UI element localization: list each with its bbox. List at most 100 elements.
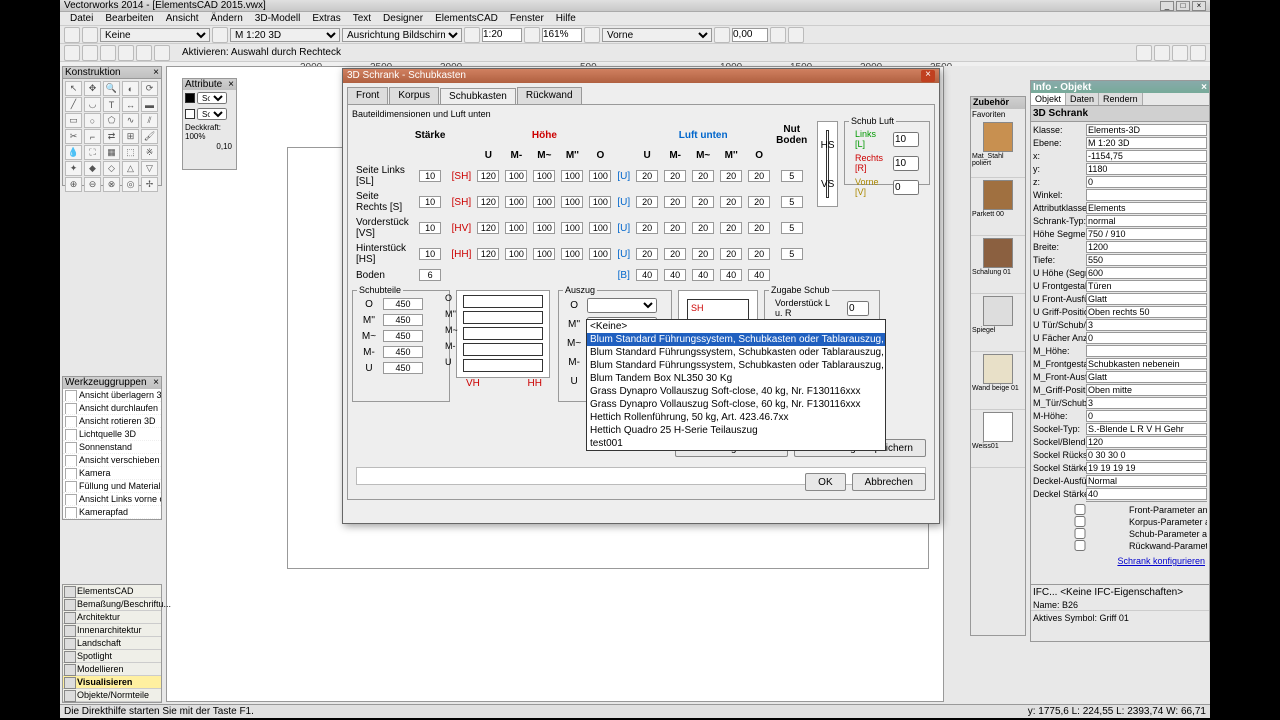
dim-input[interactable]: [781, 196, 803, 208]
menu-extras[interactable]: Extras: [306, 12, 346, 25]
marquee-icon[interactable]: [118, 45, 134, 61]
info-checkbox[interactable]: [1033, 540, 1127, 551]
menu-aendern[interactable]: Ändern: [205, 12, 249, 25]
dim-input[interactable]: [505, 248, 527, 260]
schub-input[interactable]: [383, 346, 423, 358]
menu-designer[interactable]: Designer: [377, 12, 429, 25]
dim-input[interactable]: [720, 170, 742, 182]
dropdown-option[interactable]: Grass Dynapro Vollauszug Soft-close, 60 …: [587, 398, 885, 411]
paint-icon[interactable]: 🖌: [141, 129, 158, 144]
group-icon[interactable]: ⬚: [122, 145, 139, 160]
tab-rendern[interactable]: Rendern: [1099, 93, 1143, 105]
dim-input[interactable]: [664, 248, 686, 260]
dropdown-option[interactable]: Blum Tandem Box NL350 30 Kg: [587, 372, 885, 385]
layer-select[interactable]: Keine: [100, 28, 210, 42]
pointer-icon[interactable]: ↖: [65, 81, 82, 96]
rotate-icon[interactable]: [714, 27, 730, 43]
tool-icon[interactable]: ◇: [103, 161, 120, 176]
tab-rueckwand[interactable]: Rückwand: [517, 87, 582, 104]
dim-input[interactable]: [561, 170, 583, 182]
info-field[interactable]: [1086, 215, 1207, 227]
info-field[interactable]: [1086, 423, 1207, 435]
dim-input[interactable]: [636, 196, 658, 208]
zoom-percent[interactable]: [542, 28, 582, 42]
dim-input[interactable]: [589, 222, 611, 234]
info-field[interactable]: [1086, 293, 1207, 305]
material-thumb[interactable]: Spiegel: [971, 294, 1025, 352]
text-icon[interactable]: T: [103, 97, 120, 112]
info-field[interactable]: [1086, 228, 1207, 240]
schub-input[interactable]: [383, 330, 423, 342]
menu-elementscad[interactable]: ElementsCAD: [429, 12, 504, 25]
dim-input[interactable]: [561, 196, 583, 208]
dropdown-option[interactable]: Grass Dynapro Vollauszug Soft-close, 40 …: [587, 385, 885, 398]
trim-icon[interactable]: ✂: [65, 129, 82, 144]
info-field[interactable]: [1086, 371, 1207, 383]
dim-input[interactable]: [636, 170, 658, 182]
info-field[interactable]: [1086, 410, 1207, 422]
bucket-icon[interactable]: ⛶: [84, 145, 101, 160]
info-field[interactable]: [1086, 241, 1207, 253]
close-button[interactable]: ×: [1192, 1, 1206, 11]
auszug-dropdown-list[interactable]: <Keine>Blum Standard Führungssystem, Sch…: [586, 319, 886, 451]
tab-front[interactable]: Front: [347, 87, 388, 104]
toolgroup-item[interactable]: Kamera: [63, 467, 161, 480]
layers-icon[interactable]: [82, 27, 98, 43]
workspace-item[interactable]: Landschaft: [63, 637, 161, 650]
tool-icon[interactable]: △: [122, 161, 139, 176]
ok-button[interactable]: OK: [805, 473, 845, 491]
auszug-select[interactable]: [587, 298, 657, 313]
dim-input[interactable]: [533, 170, 555, 182]
toolgroup-item[interactable]: Füllung und Material bearb...: [63, 480, 161, 493]
dim-input[interactable]: [748, 269, 770, 281]
tool-icon[interactable]: ✢: [141, 177, 158, 192]
dim-input[interactable]: [664, 170, 686, 182]
material-thumb[interactable]: Mat_Stahl poliert: [971, 120, 1025, 178]
info-field[interactable]: [1086, 488, 1207, 500]
ruler-icon[interactable]: [464, 27, 480, 43]
dropdown-option[interactable]: Hettich Rollenführung, 50 kg, Art. 423.4…: [587, 411, 885, 424]
luft-input[interactable]: [893, 180, 919, 195]
info-field[interactable]: [1086, 202, 1207, 214]
palette-close-icon[interactable]: ×: [228, 79, 234, 90]
tool-icon[interactable]: ⊕: [65, 177, 82, 192]
dim-input[interactable]: [419, 170, 441, 182]
info-field[interactable]: [1086, 319, 1207, 331]
tab-objekt[interactable]: Objekt: [1031, 93, 1066, 105]
info-field[interactable]: [1086, 163, 1207, 175]
flyover-icon[interactable]: ◐: [122, 81, 139, 96]
workspace-item[interactable]: ElementsCAD: [63, 585, 161, 598]
schub-input[interactable]: [383, 298, 423, 310]
render-icon[interactable]: [584, 27, 600, 43]
material-thumb[interactable]: Parkett 00: [971, 178, 1025, 236]
config-link[interactable]: Schrank konfigurieren: [1117, 556, 1205, 566]
line-icon[interactable]: ╱: [65, 97, 82, 112]
toolgroup-item[interactable]: Ansicht Links vorne oben: [63, 493, 161, 506]
dim-input[interactable]: [589, 196, 611, 208]
wall-icon[interactable]: ▬: [141, 97, 158, 112]
dim-input[interactable]: [636, 269, 658, 281]
array-icon[interactable]: ⊞: [122, 129, 139, 144]
material-thumb[interactable]: Weiss01: [971, 410, 1025, 468]
toolgroup-item[interactable]: Sonnenstand: [63, 441, 161, 454]
rect-select-icon[interactable]: [100, 45, 116, 61]
dim-input[interactable]: [781, 248, 803, 260]
cog-icon[interactable]: [1154, 45, 1170, 61]
info-field[interactable]: [1086, 150, 1207, 162]
select-icon[interactable]: [64, 45, 80, 61]
dropdown-option[interactable]: <Keine>: [587, 320, 885, 333]
workspace-item[interactable]: Innenarchitektur: [63, 624, 161, 637]
stroke-select[interactable]: Solid: [197, 108, 227, 120]
info-checkbox[interactable]: [1033, 516, 1127, 527]
info-field[interactable]: [1086, 306, 1207, 318]
cancel-button[interactable]: Abbrechen: [852, 473, 926, 491]
dim-input[interactable]: [636, 248, 658, 260]
toolgroup-item[interactable]: Ansicht verschieben 3D: [63, 454, 161, 467]
dim-input[interactable]: [781, 170, 803, 182]
dim-input[interactable]: [419, 196, 441, 208]
menu-3d[interactable]: 3D-Modell: [249, 12, 307, 25]
info-field[interactable]: [1086, 332, 1207, 344]
arc-icon[interactable]: ◡: [84, 97, 101, 112]
zoomfit-icon[interactable]: [524, 27, 540, 43]
menu-datei[interactable]: Datei: [64, 12, 99, 25]
